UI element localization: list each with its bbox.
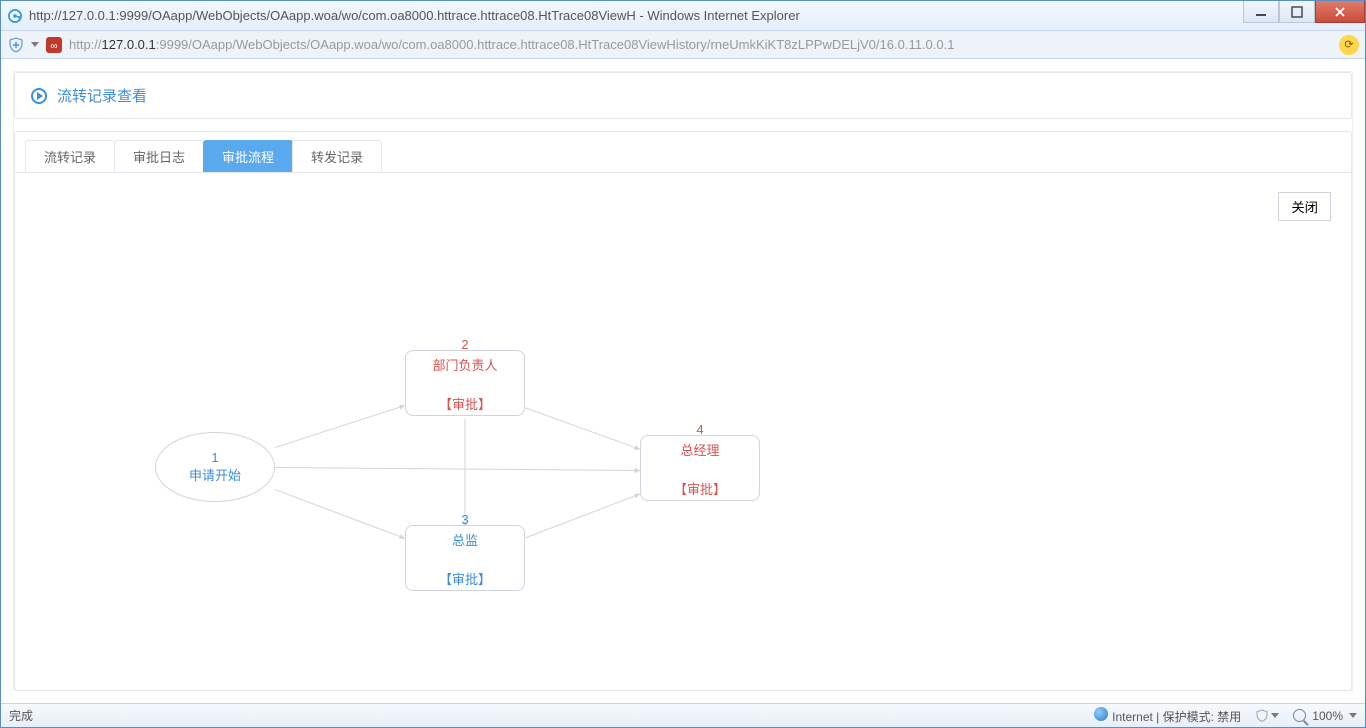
chevron-down-icon xyxy=(1271,713,1279,718)
flow-canvas: 1申请开始 2部门负责人【审批】 3总监【审批】 4总经理【审批】 xyxy=(15,222,1351,690)
page-viewport: 流转记录查看 流转记录审批日志审批流程转发记录 关闭 1申请开始 2部门负责人【审… xyxy=(1,59,1365,703)
protected-mode-controls[interactable] xyxy=(1255,709,1279,723)
window-titlebar: http://127.0.0.1:9999/OAapp/WebObjects/O… xyxy=(1,1,1365,31)
flow-node-n1[interactable]: 1申请开始 xyxy=(155,432,275,502)
panel-title: 流转记录查看 xyxy=(57,85,147,106)
status-text: 完成 xyxy=(9,707,33,724)
flow-node-n2[interactable]: 2部门负责人【审批】 xyxy=(405,337,525,416)
window-maximize-button[interactable] xyxy=(1279,1,1315,23)
zoom-control[interactable]: 100% xyxy=(1293,709,1357,723)
zoom-value: 100% xyxy=(1312,709,1343,723)
security-zone[interactable]: Internet | 保护模式: 禁用 xyxy=(1094,707,1241,725)
status-bar: 完成 Internet | 保护模式: 禁用 100% xyxy=(1,703,1365,727)
chevron-down-icon xyxy=(1349,713,1357,718)
globe-icon xyxy=(1094,707,1108,721)
shield-off-icon xyxy=(1255,709,1269,723)
flow-node-n4[interactable]: 4总经理【审批】 xyxy=(640,422,760,501)
tab-0[interactable]: 流转记录 xyxy=(25,140,115,172)
close-button[interactable]: 关闭 xyxy=(1278,192,1331,221)
window-close-button[interactable] xyxy=(1315,1,1365,23)
tab-bar: 流转记录审批日志审批流程转发记录 xyxy=(15,132,1351,173)
play-circle-icon xyxy=(31,88,47,104)
tab-drop-icon[interactable] xyxy=(31,42,39,47)
address-url[interactable]: http://127.0.0.1:9999/OAapp/WebObjects/O… xyxy=(69,37,1333,52)
magnifier-icon xyxy=(1293,709,1306,722)
tab-2[interactable]: 审批流程 xyxy=(203,140,293,172)
tab-3[interactable]: 转发记录 xyxy=(292,140,382,172)
window-minimize-button[interactable] xyxy=(1243,1,1279,23)
site-favicon: ∞ xyxy=(45,36,63,54)
svg-text:∞: ∞ xyxy=(50,41,57,52)
panel-header: 流转记录查看 xyxy=(14,72,1352,119)
address-bar: ∞ http://127.0.0.1:9999/OAapp/WebObjects… xyxy=(1,31,1365,59)
window-title: http://127.0.0.1:9999/OAapp/WebObjects/O… xyxy=(29,8,800,23)
compat-view-icon[interactable]: ⟳ xyxy=(1339,35,1359,55)
panel-body: 流转记录审批日志审批流程转发记录 关闭 1申请开始 2部门负责人【审批】 3总监【审… xyxy=(14,131,1352,691)
flow-node-n3[interactable]: 3总监【审批】 xyxy=(405,512,525,591)
security-shield-icon[interactable] xyxy=(7,36,25,54)
ie-icon xyxy=(7,8,23,24)
tab-1[interactable]: 审批日志 xyxy=(114,140,204,172)
